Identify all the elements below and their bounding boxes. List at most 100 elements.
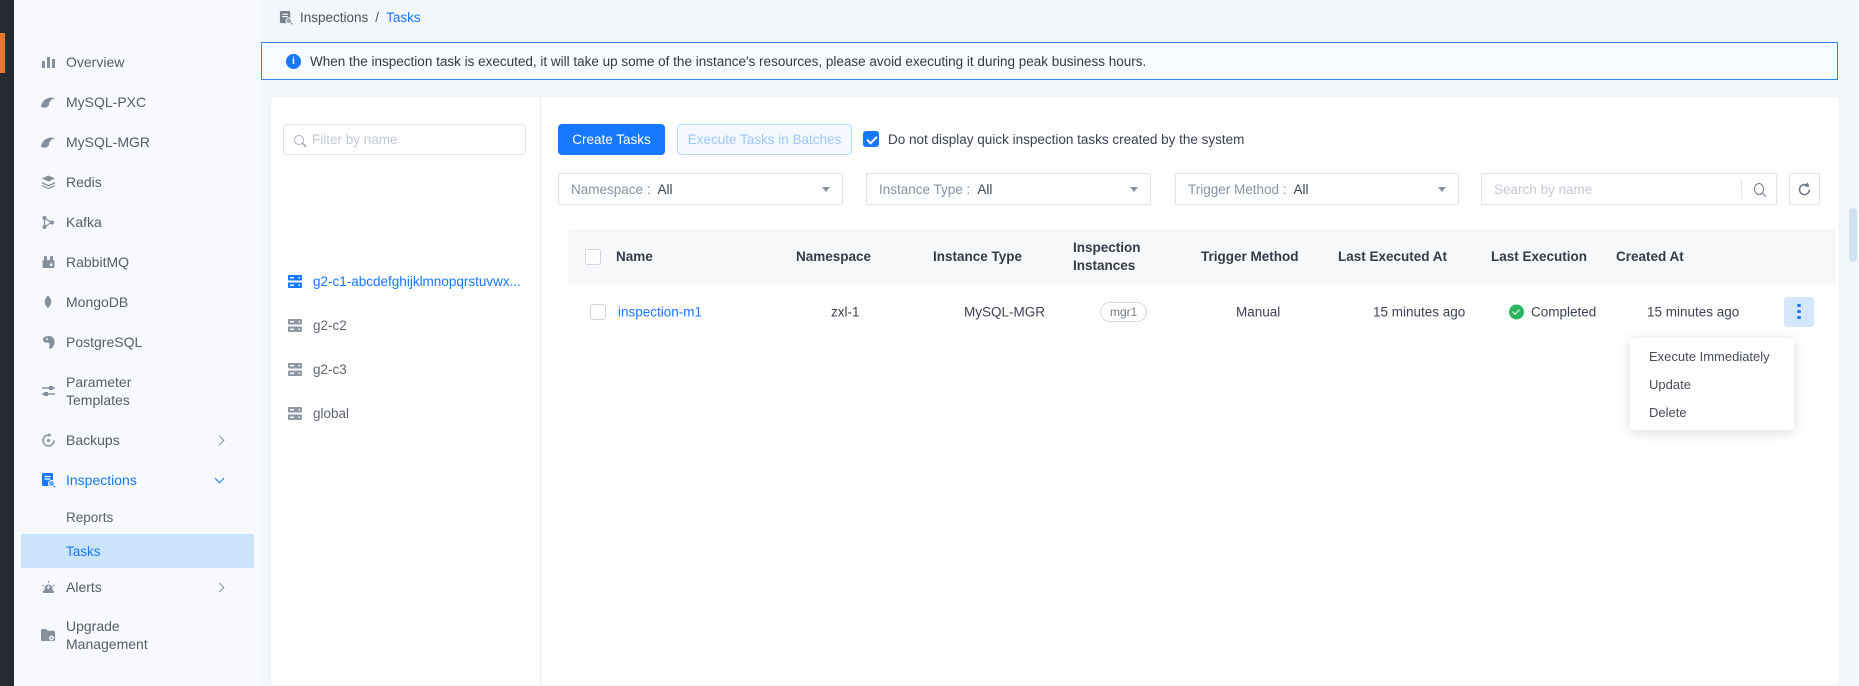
menu-item-execute-immediately[interactable]: Execute Immediately [1630, 342, 1794, 370]
hide-quick-tasks-option: Do not display quick inspection tasks cr… [863, 131, 1244, 147]
instance-list-item[interactable]: g2-c2 [271, 303, 540, 347]
info-banner: When the inspection task is executed, it… [261, 42, 1838, 80]
sidebar-item-mysql-pxc[interactable]: MySQL-PXC [14, 82, 261, 122]
instance-type-dropdown[interactable]: Instance Type : All [866, 173, 1151, 205]
sidebar-item-inspections[interactable]: Inspections [14, 460, 261, 500]
task-namespace: zxl-1 [831, 304, 860, 319]
leaf-icon [40, 294, 56, 310]
sidebar-item-reports[interactable]: Reports [14, 500, 261, 534]
col-instance-type: Instance Type [933, 247, 1022, 265]
row-actions-button[interactable] [1784, 297, 1814, 327]
instance-filter-input[interactable] [312, 132, 515, 147]
search-icon[interactable] [1754, 183, 1764, 195]
hide-quick-tasks-checkbox[interactable] [863, 131, 879, 147]
menu-item-delete[interactable]: Delete [1630, 398, 1794, 426]
chevron-down-icon [215, 474, 225, 484]
instance-list-item[interactable]: global [271, 391, 540, 435]
sidebar-item-upgrade-management[interactable]: Upgrade Management [14, 606, 261, 664]
instance-list: g2-c1-abcdefghijklmnopqrstuvwx... g2-c2 … [271, 259, 540, 435]
instance-list-panel: g2-c1-abcdefghijklmnopqrstuvwx... g2-c2 … [271, 97, 541, 685]
status-text: Completed [1531, 304, 1596, 319]
search-by-name-box [1481, 173, 1777, 205]
sidebar-item-kafka[interactable]: Kafka [14, 202, 261, 242]
task-inspection-instances: mgr1 [1100, 302, 1147, 322]
refresh-button[interactable] [1789, 173, 1820, 205]
server-icon [287, 362, 303, 377]
instance-list-item[interactable]: g2-c3 [271, 347, 540, 391]
menu-item-update[interactable]: Update [1630, 370, 1794, 398]
chevron-right-icon [215, 435, 225, 445]
info-banner-text: When the inspection task is executed, it… [310, 54, 1146, 69]
dolphin-icon [40, 94, 56, 110]
info-icon [286, 54, 301, 69]
sidebar-nav: Overview MySQL-PXC MySQL-MGR Redis [14, 42, 261, 664]
sidebar-item-postgresql[interactable]: PostgreSQL [14, 322, 261, 362]
col-last-execution: Last Execution [1491, 247, 1587, 265]
create-tasks-button[interactable]: Create Tasks [558, 124, 665, 155]
instance-list-item[interactable]: g2-c1-abcdefghijklmnopqrstuvwx... [271, 259, 540, 303]
app-root: Overview MySQL-PXC MySQL-MGR Redis [0, 0, 1859, 686]
col-inspection-instances: Inspection Instances [1073, 238, 1157, 274]
folder-gear-icon [40, 627, 56, 643]
server-icon [287, 406, 303, 421]
divider [1741, 180, 1742, 198]
caret-down-icon [822, 187, 830, 192]
sidebar-item-parameter-templates[interactable]: Parameter Templates [14, 362, 261, 420]
layers-icon [40, 174, 56, 190]
col-trigger-method: Trigger Method [1201, 247, 1299, 265]
table-row: inspection-m1 zxl-1 MySQL-MGR mgr1 Manua… [568, 284, 1836, 339]
row-checkbox[interactable] [590, 304, 606, 320]
sidebar-item-redis[interactable]: Redis [14, 162, 261, 202]
server-icon [287, 318, 303, 333]
breadcrumb-separator: / [375, 10, 379, 25]
breadcrumb: Inspections / Tasks [279, 10, 421, 25]
task-instance-type: MySQL-MGR [964, 304, 1045, 319]
task-created-at: 15 minutes ago [1647, 304, 1739, 319]
instance-filter-box [283, 124, 526, 155]
trigger-method-dropdown[interactable]: Trigger Method : All [1175, 173, 1459, 205]
vertical-scrollbar-thumb[interactable] [1849, 208, 1857, 262]
col-last-executed-at: Last Executed At [1338, 247, 1447, 265]
bar-chart-icon [40, 54, 56, 70]
col-created-at: Created At [1616, 247, 1684, 265]
sidebar-item-mongodb[interactable]: MongoDB [14, 282, 261, 322]
dot [1797, 310, 1801, 314]
restore-icon [40, 432, 56, 448]
chevron-right-icon [215, 582, 225, 592]
sidebar-item-tasks[interactable]: Tasks [21, 534, 254, 568]
search-icon [294, 135, 304, 145]
table-header: Name Namespace Instance Type Inspection … [568, 229, 1836, 284]
sidebar-item-rabbitmq[interactable]: RabbitMQ [14, 242, 261, 282]
select-all-checkbox[interactable] [585, 249, 601, 265]
hide-quick-tasks-label: Do not display quick inspection tasks cr… [888, 132, 1244, 147]
task-trigger-method: Manual [1236, 304, 1280, 319]
sidebar: Overview MySQL-PXC MySQL-MGR Redis [14, 0, 261, 686]
row-actions-menu: Execute Immediately Update Delete [1630, 338, 1794, 430]
refresh-icon [1797, 182, 1812, 197]
caret-down-icon [1438, 187, 1446, 192]
col-name: Name [616, 247, 653, 265]
main-area: Inspections / Tasks When the inspection … [261, 0, 1859, 686]
sidebar-item-alerts[interactable]: Alerts [14, 568, 261, 606]
task-last-executed-at: 15 minutes ago [1373, 304, 1465, 319]
siren-icon [40, 579, 56, 595]
col-namespace: Namespace [796, 247, 871, 265]
content-card: g2-c1-abcdefghijklmnopqrstuvwx... g2-c2 … [270, 96, 1840, 686]
execute-batches-button[interactable]: Execute Tasks in Batches [677, 124, 852, 155]
dot [1797, 304, 1801, 308]
sidebar-item-mysql-mgr[interactable]: MySQL-MGR [14, 122, 261, 162]
sidebar-item-backups[interactable]: Backups [14, 420, 261, 460]
breadcrumb-section: Inspections [300, 10, 368, 25]
dot [1797, 316, 1801, 320]
namespace-dropdown[interactable]: Namespace : All [558, 173, 843, 205]
search-input[interactable] [1494, 182, 1735, 197]
sidebar-item-overview[interactable]: Overview [14, 42, 261, 82]
instance-tag: mgr1 [1100, 302, 1147, 322]
breadcrumb-current[interactable]: Tasks [386, 10, 421, 25]
nodes-icon [40, 214, 56, 230]
sliders-icon [40, 383, 56, 399]
accent-orange-marker [0, 33, 5, 73]
server-icon [287, 274, 303, 289]
task-name-link[interactable]: inspection-m1 [618, 304, 702, 319]
inspection-icon [40, 472, 56, 488]
